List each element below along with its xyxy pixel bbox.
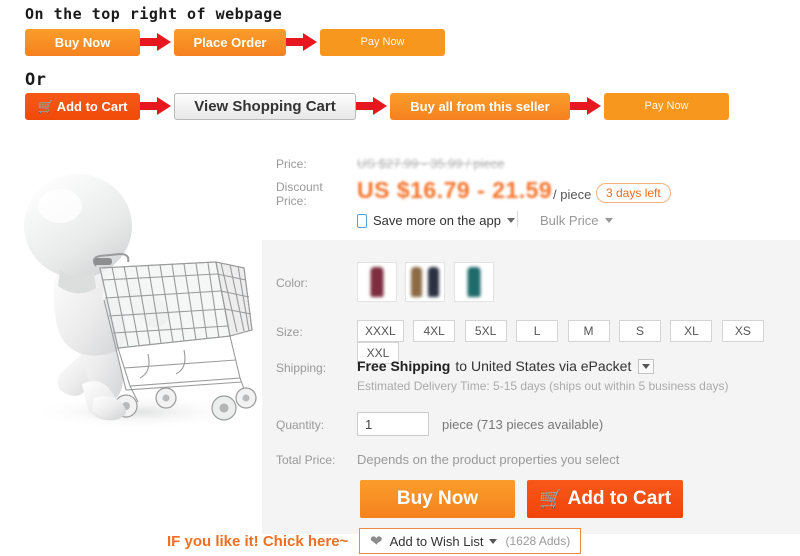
chevron-down-icon[interactable] [488, 538, 497, 544]
flow-view-shopping-cart-button[interactable]: View Shopping Cart [174, 92, 356, 120]
bulk-price-label: Bulk Price [540, 213, 599, 228]
quantity-row: Quantity: piece (713 pieces available) [262, 412, 800, 438]
flow-add-to-cart-button[interactable]: 🛒 Add to Cart [25, 92, 140, 120]
color-swatch-brown-navy[interactable] [405, 262, 446, 302]
discount-price-value: US $16.79 - 21.59 [357, 177, 553, 203]
size-chip[interactable]: XL [670, 320, 713, 342]
flow-pay-now-button-2[interactable]: Pay Now [604, 92, 729, 120]
size-chip[interactable]: XS [721, 320, 764, 342]
price-label: Price: [276, 157, 307, 171]
size-label: Size: [276, 325, 303, 339]
chevron-down-icon [506, 218, 515, 223]
save-on-app-label: Save more on the app [373, 213, 501, 228]
swatch-thumbnail [467, 267, 481, 297]
wishlist-row: IF you like it! Chick here~ ❤ Add to Wis… [167, 528, 800, 556]
flow-pay-now-button[interactable]: Pay Now [320, 28, 445, 56]
flow-add-to-cart-label: Add to Cart [56, 98, 128, 114]
size-chip[interactable]: S [618, 320, 661, 342]
add-to-cart-button[interactable]: 🛒 Add to Cart [527, 480, 683, 518]
chevron-down-icon[interactable] [638, 358, 655, 374]
bulk-price-link[interactable]: Bulk Price [540, 213, 613, 228]
size-row: Size: XXXL 4XL 5XL L M S XL XS XXL [262, 320, 800, 364]
arrow-right-icon [140, 97, 174, 115]
quantity-input[interactable] [357, 412, 429, 436]
color-swatch-burgundy[interactable] [357, 262, 397, 302]
size-chip[interactable]: L [516, 320, 559, 342]
chevron-down-icon [604, 218, 613, 223]
flow-buy-all-from-seller-button[interactable]: Buy all from this seller [390, 92, 570, 120]
cart-icon: 🛒 [37, 98, 54, 114]
cart-icon: 🛒 [538, 488, 563, 510]
flow-place-order-button[interactable]: Place Order [174, 28, 286, 56]
phone-icon [357, 213, 367, 228]
shipping-destination-method: United States via ePacket [471, 358, 632, 374]
save-on-app-link[interactable]: Save more on the app [357, 213, 515, 228]
instruction-heading-or: Or [25, 70, 47, 90]
swatch-thumbnail [370, 267, 384, 297]
checkout-flow-top-right: Buy Now Place Order Pay Now [25, 28, 445, 56]
size-chip[interactable]: XXXL [357, 320, 404, 342]
product-properties-panel: Color: Size: XXXL 4XL 5XL L M S XL XS XX… [167, 240, 800, 554]
color-label: Color: [276, 276, 309, 290]
flow-buy-now-button[interactable]: Buy Now [25, 28, 140, 56]
add-to-cart-label: Add to Cart [567, 488, 672, 509]
discount-price-label: Discount Price: [276, 180, 323, 208]
arrow-right-icon [570, 97, 604, 115]
free-shipping-text: Free Shipping [357, 358, 451, 374]
arrow-right-icon [286, 33, 320, 51]
shipping-estimate: Estimated Delivery Time: 5-15 days (ship… [357, 379, 729, 393]
promo-countdown-badge: 3 days left [596, 183, 671, 203]
total-price-label: Total Price: [276, 453, 336, 467]
size-chip[interactable]: 4XL [413, 320, 456, 342]
checkout-flow-cart: 🛒 Add to Cart View Shopping Cart Buy all… [25, 92, 729, 120]
wishlist-label: Add to Wish List [389, 533, 484, 549]
heart-icon: ❤ [370, 532, 383, 550]
size-chip[interactable]: 5XL [464, 320, 507, 342]
product-purchase-area: Price: US $27.99 - 35.99 / piece Discoun… [0, 135, 800, 554]
color-row: Color: [262, 262, 800, 304]
size-chip[interactable]: M [567, 320, 610, 342]
arrow-right-icon [140, 33, 174, 51]
buy-now-button[interactable]: Buy Now [360, 480, 515, 518]
color-swatch-list [357, 262, 498, 302]
instruction-banner: On the top right of webpage Buy Now Plac… [0, 0, 800, 135]
shopper-illustration [24, 174, 257, 429]
price-block: Price: US $27.99 - 35.99 / piece Discoun… [262, 147, 800, 240]
original-price: US $27.99 - 35.99 / piece [357, 156, 505, 171]
total-price-value: Depends on the product properties you se… [357, 452, 620, 467]
swatch-thumbnail [411, 267, 440, 297]
purchase-action-buttons: Buy Now 🛒 Add to Cart [360, 480, 683, 518]
arrow-right-icon [356, 97, 390, 115]
divider [517, 211, 518, 227]
total-price-row: Total Price: Depends on the product prop… [262, 452, 800, 472]
shipping-method-selector[interactable]: Free Shipping to United States via ePack… [357, 358, 655, 374]
instruction-heading-top: On the top right of webpage [25, 5, 283, 23]
price-unit: / piece [553, 187, 592, 202]
shipping-label: Shipping: [276, 361, 327, 375]
add-to-wish-list-button[interactable]: ❤ Add to Wish List (1628 Adds) [359, 528, 582, 554]
quantity-label: Quantity: [276, 418, 325, 432]
wishlist-annotation-text: IF you like it! Chick here~ [167, 533, 349, 550]
wishlist-count: (1628 Adds) [505, 534, 571, 548]
color-swatch-teal[interactable] [453, 262, 494, 302]
shipping-to-text: to [455, 358, 468, 374]
shipping-row: Shipping: Free Shipping to United States… [262, 358, 800, 398]
quantity-availability: piece (713 pieces available) [442, 417, 604, 432]
